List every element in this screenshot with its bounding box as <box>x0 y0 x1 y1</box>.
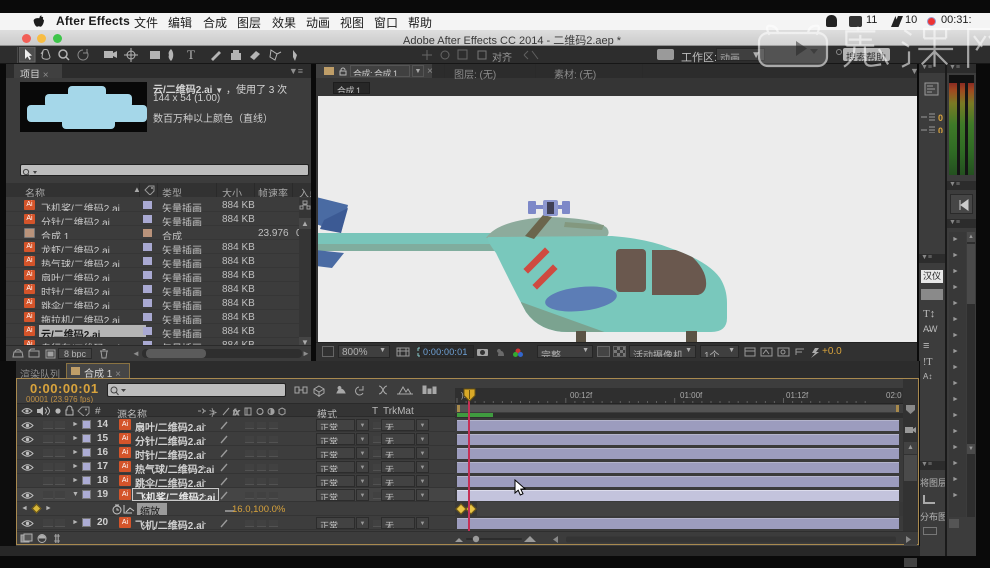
svg-text:fx: fx <box>233 408 240 417</box>
svg-text:0: 0 <box>938 126 943 133</box>
svg-text:T: T <box>187 47 195 62</box>
svg-text:0: 0 <box>938 113 943 123</box>
